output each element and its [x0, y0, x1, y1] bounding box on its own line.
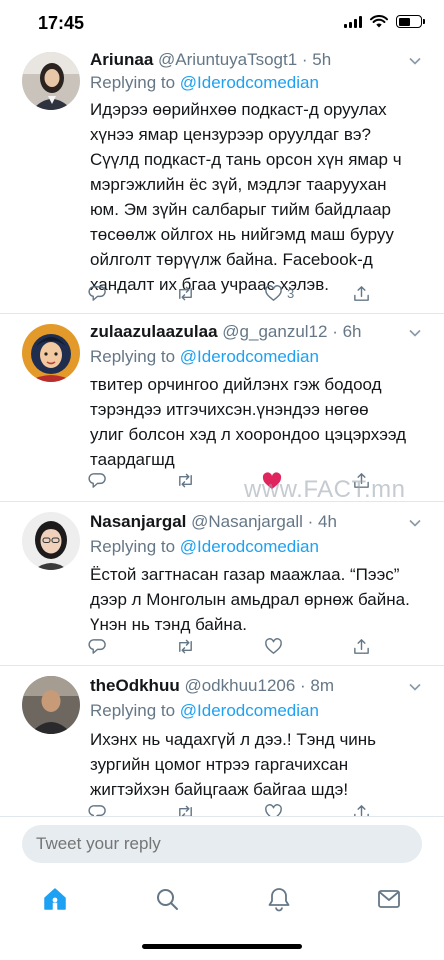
share-button[interactable] — [352, 803, 371, 816]
tweet-actions — [88, 637, 378, 657]
like-button[interactable] — [264, 637, 283, 656]
tweet-reply-input[interactable] — [22, 825, 422, 863]
retweet-button[interactable] — [176, 471, 195, 490]
mention-link[interactable]: @Iderodcomedian — [180, 701, 319, 720]
tweet-text: Идэрээ өөрийнхөө подкаст-д оруулах хүнээ… — [90, 100, 402, 294]
home-indicator[interactable] — [142, 944, 302, 949]
author-name[interactable]: theOdkhuu — [90, 676, 180, 695]
avatar[interactable] — [22, 512, 80, 570]
share-icon — [354, 286, 369, 301]
status-time: 17:45 — [38, 13, 85, 33]
replying-to: Replying to @Iderodcomedian — [90, 73, 319, 92]
retweet-icon — [179, 805, 192, 816]
heart-icon — [265, 804, 282, 816]
search-icon[interactable] — [154, 886, 180, 912]
tweet-text: Ёстой загтнасан газар маажлаа. “Пээс” дэ… — [90, 565, 410, 634]
heart-icon — [265, 638, 282, 654]
tweet-header: Nasanjargal @Nasanjargall · 4h — [90, 512, 337, 532]
watermark: www.FACT.mn — [244, 476, 406, 503]
replying-to: Replying to @Iderodcomedian — [90, 701, 319, 720]
home-icon[interactable] — [42, 886, 68, 912]
author-name[interactable]: zulaazulaazulaa — [90, 322, 218, 341]
retweet-button[interactable] — [176, 284, 195, 303]
tweet[interactable]: theOdkhuu @odkhuu1206 · 8m Replying to @… — [0, 666, 444, 816]
chevron-down-icon[interactable] — [408, 326, 422, 340]
author-handle-time: @odkhuu1206 · 8m — [184, 676, 335, 695]
reply-icon — [88, 286, 106, 301]
retweet-button[interactable] — [176, 803, 195, 816]
tweet-header: theOdkhuu @odkhuu1206 · 8m — [90, 676, 334, 696]
avatar[interactable] — [22, 676, 80, 734]
avatar[interactable] — [22, 52, 80, 110]
share-button[interactable] — [352, 284, 371, 303]
author-handle-time: @AriuntuyaTsogt1 · 5h — [158, 50, 332, 69]
messages-icon[interactable] — [376, 886, 402, 912]
heart-icon — [265, 285, 282, 301]
like-count: 3 — [287, 286, 295, 301]
mention-link[interactable]: @Iderodcomedian — [180, 537, 319, 556]
reply-icon — [88, 639, 106, 654]
author-name[interactable]: Nasanjargal — [90, 512, 186, 531]
mention-link[interactable]: @Iderodcomedian — [180, 347, 319, 366]
author-name[interactable]: Ariunaa — [90, 50, 153, 69]
reply-button[interactable] — [88, 284, 107, 303]
reply-icon — [88, 805, 106, 816]
retweet-icon — [179, 473, 192, 488]
replying-to: Replying to @Iderodcomedian — [90, 537, 319, 556]
retweet-button[interactable] — [176, 637, 195, 656]
share-icon — [354, 805, 369, 816]
author-handle-time: @Nasanjargall · 4h — [191, 512, 337, 531]
tweet-text: Ихэнх нь чадахгүй л дээ.! Тэнд чинь зург… — [90, 730, 377, 799]
tweet-header: zulaazulaazulaa @g_ganzul12 · 6h — [90, 322, 361, 342]
reply-button[interactable] — [88, 637, 107, 656]
tweet[interactable]: Ariunaa @AriuntuyaTsogt1 · 5h Replying t… — [0, 46, 444, 314]
status-icons — [344, 15, 425, 28]
status-bar: 17:45 — [0, 0, 444, 46]
reply-composer — [0, 816, 444, 872]
battery-icon — [396, 15, 425, 28]
author-handle-time: @g_ganzul12 · 6h — [222, 322, 362, 341]
share-button[interactable] — [352, 637, 371, 656]
share-icon — [354, 639, 369, 654]
reply-button[interactable] — [88, 803, 107, 816]
replying-to: Replying to @Iderodcomedian — [90, 347, 319, 366]
reply-button[interactable] — [88, 471, 107, 490]
signal-icon — [344, 15, 362, 28]
chevron-down-icon[interactable] — [408, 54, 422, 68]
tweet-actions: 3 — [88, 284, 378, 304]
retweet-icon — [179, 639, 192, 654]
tweet-text: твитер орчингоо дийлэнх гэж бодоод тэрэн… — [90, 375, 407, 469]
tweet-header: Ariunaa @AriuntuyaTsogt1 · 5h — [90, 50, 331, 70]
like-button[interactable] — [264, 803, 283, 816]
like-button[interactable]: 3 — [264, 284, 294, 303]
wifi-icon — [370, 15, 388, 28]
tweet-actions — [88, 803, 378, 816]
tweet[interactable]: zulaazulaazulaa @g_ganzul12 · 6h Replyin… — [0, 314, 444, 502]
chevron-down-icon[interactable] — [408, 680, 422, 694]
tweet[interactable]: Nasanjargal @Nasanjargall · 4h Replying … — [0, 502, 444, 666]
chevron-down-icon[interactable] — [408, 516, 422, 530]
avatar[interactable] — [22, 324, 80, 382]
notifications-icon[interactable] — [266, 886, 292, 912]
reply-icon — [88, 473, 106, 488]
mention-link[interactable]: @Iderodcomedian — [180, 73, 319, 92]
retweet-icon — [179, 286, 192, 301]
